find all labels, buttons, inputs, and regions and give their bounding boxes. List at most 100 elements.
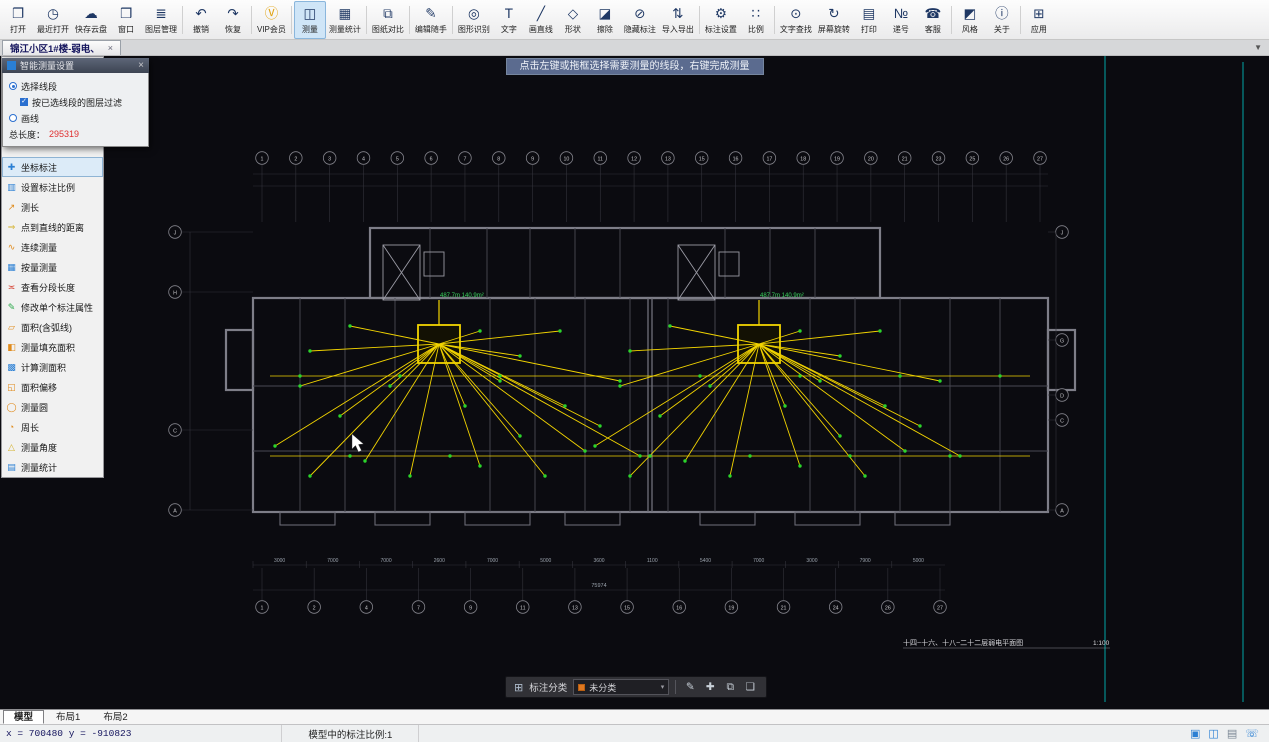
toolbar-button-5-0[interactable]: ✎ 编辑随手	[412, 1, 450, 39]
toolbar-button-7-1[interactable]: ∷ 比例	[740, 1, 772, 39]
toolbar-icon: ↶	[195, 6, 207, 21]
display-icon[interactable]: ▤	[1227, 727, 1237, 740]
radio-draw-line[interactable]: 画线	[9, 110, 142, 126]
svg-text:26: 26	[885, 605, 891, 611]
sheet-tab-layout2[interactable]: 布局2	[92, 710, 138, 724]
sidebar-item-6[interactable]: ≍ 查看分段长度	[2, 277, 103, 297]
toolbar-button-1-1[interactable]: ↷ 恢复	[217, 1, 249, 39]
svg-text:75974: 75974	[591, 583, 606, 589]
toolbar-button-3-0[interactable]: ◫ 测量	[293, 1, 326, 39]
toolbar-button-0-0[interactable]: ❐ 打开	[2, 1, 34, 39]
sheet-tab-layout1[interactable]: 布局1	[45, 710, 91, 724]
sheet-tab-model[interactable]: 模型	[3, 710, 45, 724]
toolbar-separator	[773, 6, 775, 34]
toolbar-button-8-3[interactable]: № 递号	[885, 1, 917, 39]
close-icon[interactable]: ×	[108, 43, 113, 53]
classify-label: 标注分类	[529, 683, 568, 694]
classify-dropdown[interactable]: 未分类 ▾	[573, 679, 670, 695]
svg-text:24: 24	[833, 605, 839, 611]
toolbar-button-6-2[interactable]: ╱ 画直线	[525, 1, 557, 39]
checkbox-icon[interactable]	[20, 98, 28, 106]
edit-annotation-button[interactable]: ✎	[682, 681, 698, 694]
sidebar-item-7[interactable]: ✎ 修改单个标注属性	[2, 297, 103, 317]
chevron-down-icon[interactable]: ▼	[1254, 43, 1262, 52]
close-icon[interactable]: ×	[138, 60, 144, 71]
toolbar-button-7-0[interactable]: ⚙ 标注设置	[702, 1, 740, 39]
tool-icon: ▦	[7, 261, 16, 272]
radio-label: 画线	[21, 113, 40, 124]
sidebar-item-9[interactable]: ◧ 测量填充面积	[2, 337, 103, 357]
toolbar-button-0-1[interactable]: ◷ 最近打开	[34, 1, 72, 39]
svg-text:7000: 7000	[381, 558, 392, 564]
toolbar-button-1-0[interactable]: ↶ 撤销	[185, 1, 217, 39]
sidebar-item-12[interactable]: ◯ 测量圆	[2, 397, 103, 417]
toolbar-button-9-0[interactable]: ◩ 风格	[954, 1, 986, 39]
sidebar-item-11[interactable]: ◱ 面积偏移	[2, 377, 103, 397]
toolbar-button-6-6[interactable]: ⇅ 导入导出	[659, 1, 697, 39]
sidebar-item-14[interactable]: △ 测量角度	[2, 437, 103, 457]
sidebar-item-13[interactable]: ◔ 周长	[2, 417, 103, 437]
dialog-titlebar[interactable]: 智能测量设置 ×	[2, 58, 149, 73]
radio-icon[interactable]	[9, 114, 17, 122]
toolbar-icon: ▤	[862, 6, 876, 21]
toolbar-button-8-1[interactable]: ↻ 屏幕旋转	[815, 1, 853, 39]
toolbar-button-4-0[interactable]: ⧉ 图纸对比	[369, 1, 407, 39]
toolbar-icon: №	[893, 6, 909, 21]
area-label: 487.7m 140.9m²	[760, 293, 804, 299]
paste-button[interactable]: ❏	[742, 681, 758, 694]
svg-text:20: 20	[868, 156, 874, 162]
radio-select-segment[interactable]: 选择线段	[9, 78, 142, 94]
toolbar-button-8-2[interactable]: ▤ 打印	[853, 1, 885, 39]
svg-text:23: 23	[936, 156, 942, 162]
toolbar-button-6-3[interactable]: ◇ 形状	[557, 1, 589, 39]
copy-button[interactable]: ⧉	[722, 681, 738, 694]
toolbar-icon: ⧉	[383, 6, 393, 21]
toolbar-button-6-0[interactable]: ◎ 图形识别	[455, 1, 493, 39]
radio-icon[interactable]	[9, 82, 17, 90]
move-button[interactable]: ✚	[702, 681, 718, 694]
toolbar-button-6-4[interactable]: ◪ 擦除	[589, 1, 621, 39]
toolbar-button-9-1[interactable]: ⓘ 关于	[986, 1, 1018, 39]
chevron-down-icon[interactable]: ▾	[661, 683, 665, 691]
toolbar-button-8-4[interactable]: ☎ 客服	[917, 1, 949, 39]
toolbar-button-label: 应用	[1030, 25, 1047, 34]
sidebar-item-15[interactable]: ▤ 测量统计	[2, 457, 103, 477]
svg-text:9: 9	[469, 605, 472, 611]
toolbar-button-6-5[interactable]: ⊘ 隐藏标注	[621, 1, 659, 39]
toolbar-button-0-4[interactable]: ≣ 图层管理	[142, 1, 180, 39]
toolbar-icon: ▦	[338, 6, 352, 21]
document-tab[interactable]: 锦江小区1#楼-弱电、 ×	[2, 40, 121, 55]
tool-icon: ▩	[7, 361, 16, 372]
toolbar-button-0-2[interactable]: ☁ 快存云盘	[72, 1, 110, 39]
toolbar-separator	[451, 6, 453, 34]
sidebar-item-5[interactable]: ▦ 按量测量	[2, 257, 103, 277]
toolbar-button-3-1[interactable]: ▦ 测量统计	[326, 1, 364, 39]
drawing-title: 十四~十六、十八~二十二层弱电平面图	[903, 638, 1023, 647]
sidebar-item-4[interactable]: ∿ 连续测量	[2, 237, 103, 257]
sidebar-item-3[interactable]: ⇒ 点到直线的距离	[2, 217, 103, 237]
toolbar-button-label: 最近打开	[37, 25, 69, 34]
chat-icon[interactable]: ▣	[1190, 727, 1200, 740]
sidebar-item-label: 周长	[21, 422, 40, 433]
toolbar-button-label: 图纸对比	[371, 25, 404, 34]
sidebar-item-1[interactable]: ▥ 设置标注比例	[2, 177, 103, 197]
layout-icon[interactable]: ◫	[1208, 727, 1218, 740]
svg-text:12: 12	[631, 156, 637, 162]
sidebar-item-0[interactable]: ✚ 坐标标注	[2, 157, 103, 177]
sidebar-item-10[interactable]: ▩ 计算测面积	[2, 357, 103, 377]
drawing-canvas[interactable]: 1 2 3 4 5 6 7 8 9 10 11 12 13 15 16 17 18 19 20 21 23 25 26 27 1…	[0, 56, 1269, 709]
toolbar-button-2-0[interactable]: Ⓥ VIP会员	[254, 1, 289, 39]
toolbar-button-8-0[interactable]: ⊙ 文字查找	[777, 1, 815, 39]
cursor-coordinates: x = 700480 y = -910823	[6, 728, 132, 739]
checkbox-layer-filter[interactable]: 按已选线段的图层过滤	[9, 94, 142, 110]
sidebar-item-2[interactable]: ↗ 测长	[2, 197, 103, 217]
toolbar-button-label: 测量统计	[328, 25, 361, 34]
sidebar-item-8[interactable]: ▱ 面积(含弧线)	[2, 317, 103, 337]
tool-icon: ▱	[8, 321, 15, 332]
toolbar-button-0-3[interactable]: ❒ 窗口	[110, 1, 142, 39]
toolbar-button-6-1[interactable]: T 文字	[493, 1, 525, 39]
phone-icon[interactable]: ☏	[1245, 727, 1259, 740]
interior-walls	[253, 228, 1048, 512]
svg-text:16: 16	[733, 156, 739, 162]
toolbar-button-10-0[interactable]: ⊞ 应用	[1023, 1, 1055, 39]
